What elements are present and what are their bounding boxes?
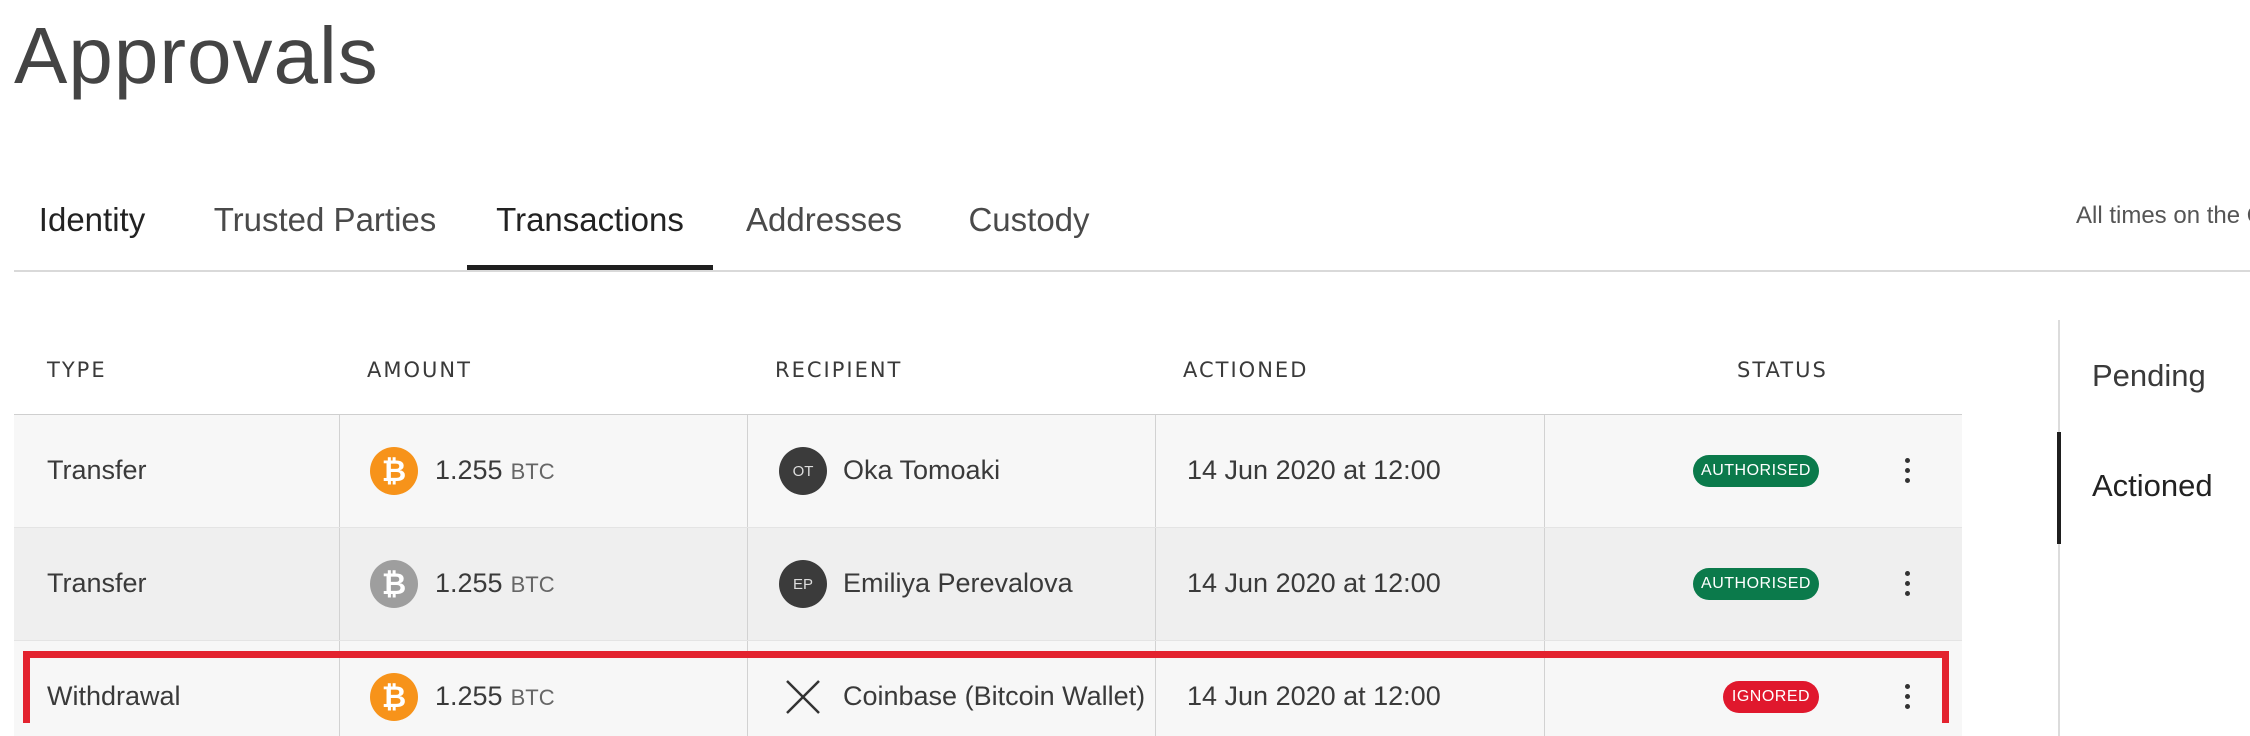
approvals-page: Approvals Identity Trusted Parties Trans… — [0, 0, 2250, 736]
amount-unit: BTC — [510, 459, 555, 484]
tab-addresses[interactable]: Addresses — [743, 170, 905, 270]
tab-transactions[interactable]: Transactions — [467, 170, 713, 270]
close-x-icon — [786, 680, 820, 714]
bitcoin-icon: ₿ — [370, 560, 418, 608]
header-type: TYPE — [47, 358, 107, 382]
amount-value: 1.255 — [435, 568, 503, 598]
table-row[interactable]: Withdrawal ₿ 1.255 BTC Coinbase (Bitcoin … — [14, 641, 1962, 736]
transactions-table: TYPE AMOUNT RECIPIENT ACTIONED STATUS Tr… — [14, 320, 1962, 736]
row-type: Transfer — [47, 568, 147, 598]
page-title: Approvals — [14, 11, 379, 100]
row-menu-icon[interactable] — [1897, 568, 1917, 602]
table-row[interactable]: Transfer ₿ 1.255 BTC EP Emiliya Perevalov… — [14, 528, 1962, 641]
status-badge: AUTHORISED — [1693, 568, 1819, 600]
table-row[interactable]: Transfer ₿ 1.255 BTC OT Oka Tomoaki 14 Ju… — [14, 415, 1962, 528]
row-amount: 1.255 BTC — [435, 681, 555, 712]
header-actioned: ACTIONED — [1183, 358, 1309, 382]
row-menu-icon[interactable] — [1897, 455, 1917, 489]
row-actioned: 14 Jun 2020 at 12:00 — [1187, 681, 1441, 711]
amount-unit: BTC — [510, 572, 555, 597]
row-actioned: 14 Jun 2020 at 12:00 — [1187, 568, 1441, 598]
row-type: Withdrawal — [47, 681, 181, 711]
row-actioned: 14 Jun 2020 at 12:00 — [1187, 455, 1441, 485]
timezone-note: All times on the Q — [2076, 202, 2250, 229]
row-recipient: Emiliya Perevalova — [843, 568, 1073, 598]
row-amount: 1.255 BTC — [435, 568, 555, 599]
row-recipient: Oka Tomoaki — [843, 455, 1001, 485]
header-status: STATUS — [1737, 358, 1828, 382]
active-indicator — [2057, 432, 2061, 544]
tab-identity[interactable]: Identity — [32, 170, 152, 270]
amount-value: 1.255 — [435, 681, 503, 711]
amount-value: 1.255 — [435, 455, 503, 485]
status-filter-nav: Pending Actioned — [2057, 320, 2250, 736]
tab-trusted-parties[interactable]: Trusted Parties — [210, 170, 440, 270]
filter-pending[interactable]: Pending — [2092, 358, 2206, 394]
tab-custody[interactable]: Custody — [958, 170, 1100, 270]
header-recipient: RECIPIENT — [775, 358, 903, 382]
table-header: TYPE AMOUNT RECIPIENT ACTIONED STATUS — [14, 320, 1962, 415]
status-badge: IGNORED — [1723, 681, 1819, 713]
filter-actioned[interactable]: Actioned — [2092, 468, 2213, 504]
bitcoin-icon: ₿ — [370, 673, 418, 721]
amount-unit: BTC — [510, 685, 555, 710]
row-menu-icon[interactable] — [1897, 681, 1917, 715]
header-amount: AMOUNT — [367, 358, 472, 382]
avatar: OT — [779, 447, 827, 495]
avatar: EP — [779, 560, 827, 608]
status-badge: AUTHORISED — [1693, 455, 1819, 487]
row-recipient: Coinbase (Bitcoin Wallet) — [843, 681, 1146, 711]
tab-bar: Identity Trusted Parties Transactions Ad… — [14, 170, 2250, 272]
row-type: Transfer — [47, 455, 147, 485]
bitcoin-icon: ₿ — [370, 447, 418, 495]
row-amount: 1.255 BTC — [435, 455, 555, 486]
